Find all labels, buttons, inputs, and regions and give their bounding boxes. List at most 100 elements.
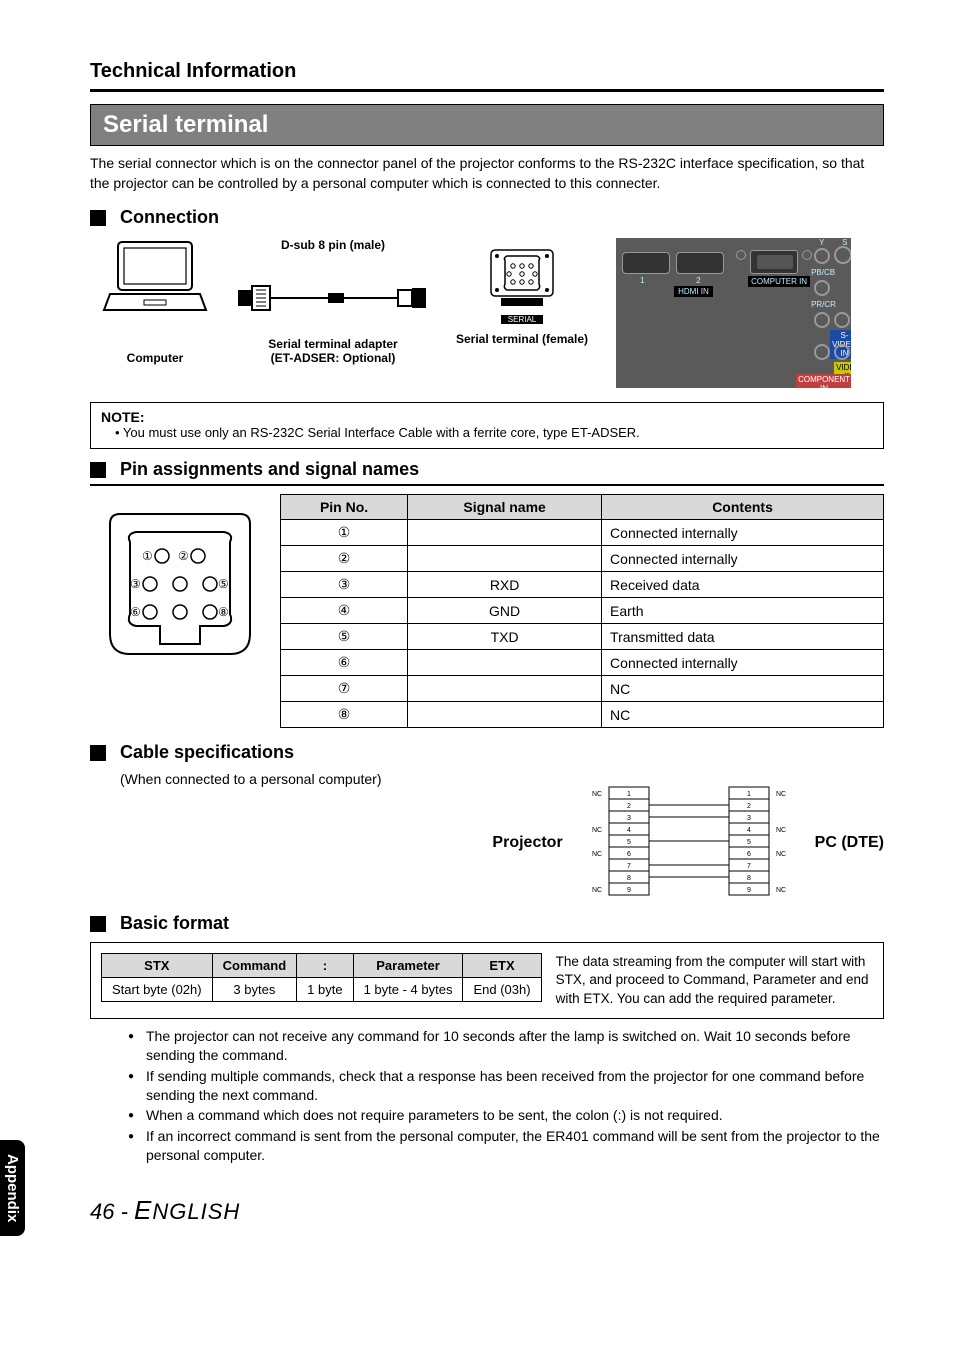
basic-format-table: STX Command : Parameter ETX Start byte (… bbox=[101, 953, 542, 1002]
intro-paragraph: The serial connector which is on the con… bbox=[90, 154, 884, 193]
dsub-label: D-sub 8 pin (male) bbox=[238, 238, 428, 252]
format-bullets: The projector can not receive any comman… bbox=[128, 1027, 884, 1165]
fmt-th-colon: : bbox=[297, 954, 353, 978]
adapter-icon bbox=[238, 278, 428, 318]
computer-label: Computer bbox=[100, 351, 210, 365]
projector-side-label: Projector bbox=[492, 834, 562, 852]
pin-th-signal: Signal name bbox=[408, 495, 602, 520]
fmt-th-command: Command bbox=[212, 954, 297, 978]
svg-text:⑧: ⑧ bbox=[218, 605, 229, 619]
svg-text:NC: NC bbox=[776, 887, 786, 894]
svg-text:NC: NC bbox=[776, 827, 786, 834]
pin-th-contents: Contents bbox=[602, 495, 884, 520]
svg-text:3: 3 bbox=[627, 815, 631, 822]
list-item: When a command which does not require pa… bbox=[128, 1106, 884, 1125]
svg-text:6: 6 bbox=[627, 851, 631, 858]
cable-diagram-row: Projector 1 2 3 4 5 bbox=[90, 783, 884, 903]
panel-prcr-label: PR/CR bbox=[811, 300, 836, 309]
svg-text:4: 4 bbox=[747, 827, 751, 834]
panel-num-2: 2 bbox=[696, 276, 700, 285]
svg-text:5: 5 bbox=[627, 839, 631, 846]
table-row: ②Connected internally bbox=[281, 546, 884, 572]
subheading-basic-format: Basic format bbox=[90, 913, 884, 934]
panel-hdmi-label: HDMI IN bbox=[674, 286, 713, 297]
adapter-label-1: Serial terminal adapter bbox=[238, 337, 428, 351]
serial-female-label: Serial terminal (female) bbox=[456, 332, 588, 346]
subheading-cable-label: Cable specifications bbox=[120, 742, 294, 763]
table-row: ⑤TXDTransmitted data bbox=[281, 624, 884, 650]
projector-panel-illustration: 1 2 HDMI IN COMPUTER IN Y S PB/CB PR/CR … bbox=[616, 238, 851, 388]
panel-component-label: COMPONENT IN bbox=[796, 374, 851, 388]
svg-text:NC: NC bbox=[776, 851, 786, 858]
fmt-td-stx: Start byte (02h) bbox=[102, 978, 213, 1002]
basic-format-desc: The data streaming from the computer wil… bbox=[556, 953, 873, 1008]
svg-text:NC: NC bbox=[592, 887, 602, 894]
list-item: If sending multiple commands, check that… bbox=[128, 1067, 884, 1105]
panel-y-label: Y bbox=[819, 238, 824, 247]
svg-text:②: ② bbox=[178, 549, 189, 563]
svg-text:5: 5 bbox=[747, 839, 751, 846]
svg-text:8: 8 bbox=[747, 875, 751, 882]
section-heading: Serial terminal bbox=[90, 104, 884, 146]
panel-computer-in-label: COMPUTER IN bbox=[748, 276, 810, 287]
svg-text:9: 9 bbox=[747, 887, 751, 894]
fmt-td-etx: End (03h) bbox=[463, 978, 541, 1002]
page-title: Technical Information bbox=[90, 60, 884, 92]
page-number: 46 - ENGLISH bbox=[90, 1195, 240, 1226]
svg-text:⑥: ⑥ bbox=[130, 605, 141, 619]
serial-connector-icon bbox=[487, 238, 557, 308]
list-item: If an incorrect command is sent from the… bbox=[128, 1127, 884, 1165]
svg-text:NC: NC bbox=[776, 791, 786, 798]
svg-text:2: 2 bbox=[627, 803, 631, 810]
svg-text:2: 2 bbox=[747, 803, 751, 810]
svg-text:NC: NC bbox=[592, 791, 602, 798]
adapter-label-2: (ET-ADSER: Optional) bbox=[238, 351, 428, 365]
svg-text:3: 3 bbox=[747, 815, 751, 822]
note-title: NOTE: bbox=[101, 409, 873, 425]
side-tab-appendix: Appendix bbox=[0, 1140, 25, 1236]
pin-th-pin: Pin No. bbox=[281, 495, 408, 520]
list-item: The projector can not receive any comman… bbox=[128, 1027, 884, 1065]
fmt-th-stx: STX bbox=[102, 954, 213, 978]
table-row: ⑦NC bbox=[281, 676, 884, 702]
table-row: ①Connected internally bbox=[281, 520, 884, 546]
svg-text:1: 1 bbox=[747, 791, 751, 798]
svg-text:⑤: ⑤ bbox=[218, 577, 229, 591]
subheading-cable: Cable specifications bbox=[90, 742, 884, 763]
svg-text:7: 7 bbox=[747, 863, 751, 870]
basic-format-box: STX Command : Parameter ETX Start byte (… bbox=[90, 942, 884, 1019]
svg-text:7: 7 bbox=[627, 863, 631, 870]
table-row: ⑧NC bbox=[281, 702, 884, 728]
subheading-connection: Connection bbox=[90, 207, 884, 228]
table-row: ③RXDReceived data bbox=[281, 572, 884, 598]
svg-text:①: ① bbox=[142, 549, 153, 563]
subheading-pins-label: Pin assignments and signal names bbox=[120, 459, 419, 480]
pc-side-label: PC (DTE) bbox=[815, 834, 884, 852]
fmt-td-colon: 1 byte bbox=[297, 978, 353, 1002]
note-body: • You must use only an RS-232C Serial In… bbox=[115, 425, 873, 440]
subheading-connection-label: Connection bbox=[120, 207, 219, 228]
fmt-th-etx: ETX bbox=[463, 954, 541, 978]
panel-pbcb-label: PB/CB bbox=[811, 268, 835, 277]
svg-text:1: 1 bbox=[627, 791, 631, 798]
svg-text:NC: NC bbox=[592, 827, 602, 834]
laptop-icon bbox=[100, 238, 210, 318]
fmt-td-parameter: 1 byte - 4 bytes bbox=[353, 978, 463, 1002]
fmt-th-parameter: Parameter bbox=[353, 954, 463, 978]
note-box: NOTE: • You must use only an RS-232C Ser… bbox=[90, 402, 884, 449]
svg-text:6: 6 bbox=[747, 851, 751, 858]
svg-text:③: ③ bbox=[130, 577, 141, 591]
fmt-td-command: 3 bytes bbox=[212, 978, 297, 1002]
subheading-basic-format-label: Basic format bbox=[120, 913, 229, 934]
svg-text:8: 8 bbox=[627, 875, 631, 882]
panel-serial-badge: SERIAL bbox=[508, 315, 536, 324]
table-row: ⑥Connected internally bbox=[281, 650, 884, 676]
subheading-pins: Pin assignments and signal names bbox=[90, 459, 884, 486]
panel-num-1: 1 bbox=[640, 276, 644, 285]
cable-wiring-diagram: 1 2 3 4 5 6 7 8 9 NC NC NC NC bbox=[579, 783, 799, 903]
pin-table: Pin No. Signal name Contents ①Connected … bbox=[280, 494, 884, 728]
table-row: ④GNDEarth bbox=[281, 598, 884, 624]
connection-diagram: Computer D-sub 8 pin (male) Se bbox=[100, 238, 884, 388]
pin-diagram: ① ② ③ ⑤ ⑥ ⑧ bbox=[90, 494, 270, 679]
svg-text:NC: NC bbox=[592, 851, 602, 858]
